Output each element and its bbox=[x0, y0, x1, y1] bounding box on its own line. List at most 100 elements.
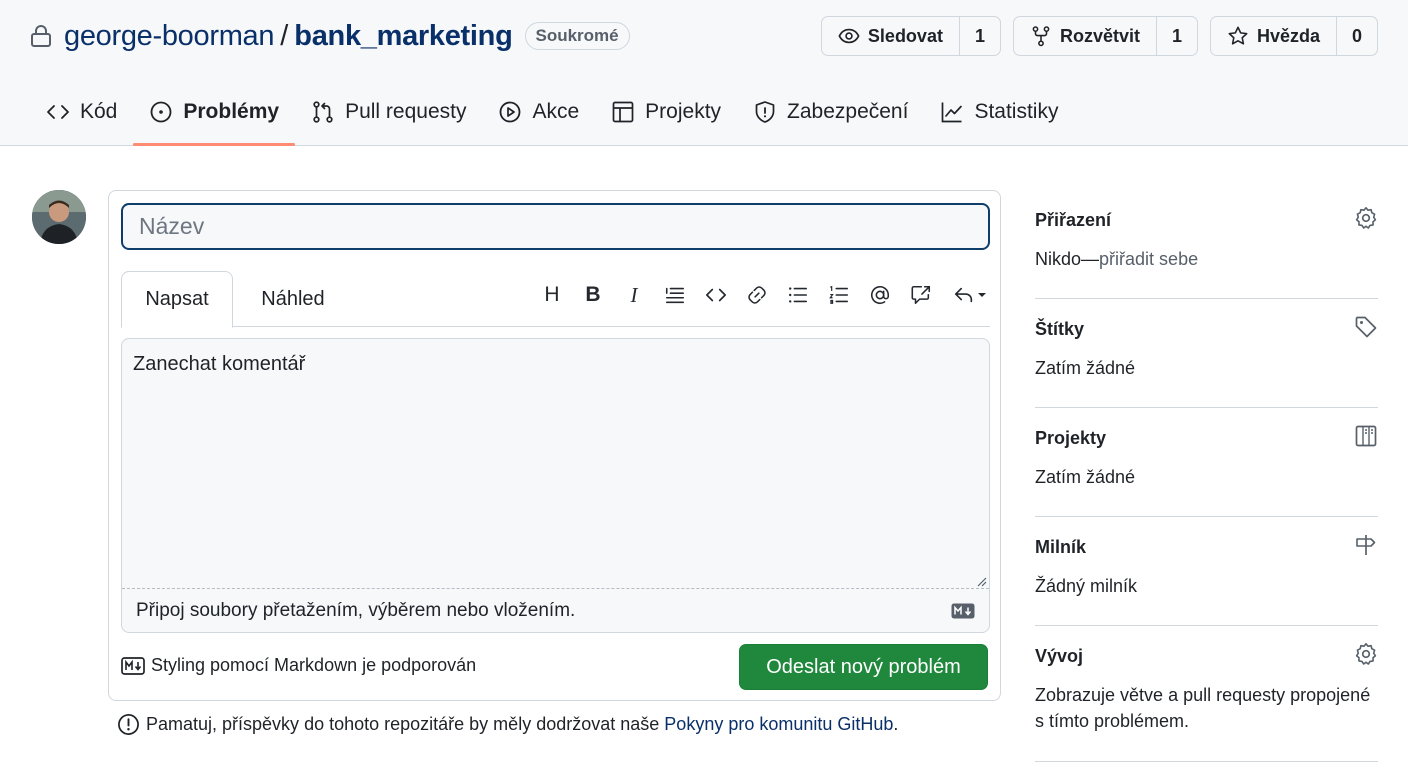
notice-end: . bbox=[893, 714, 899, 734]
info-icon bbox=[118, 714, 139, 735]
mention-button[interactable] bbox=[868, 283, 892, 307]
tab-security[interactable]: Zabezpečení bbox=[737, 84, 924, 146]
development-title: Vývoj bbox=[1035, 646, 1084, 666]
tab-actions[interactable]: Akce bbox=[482, 84, 595, 146]
notice-text: Pamatuj, příspěvky do tohoto repozitáře … bbox=[146, 714, 660, 734]
code-icon bbox=[47, 105, 69, 119]
markdown-note-text: Styling pomocí Markdown je podporován bbox=[151, 655, 477, 675]
development-section: Vývoj Zobrazuje větve a pull requesty pr… bbox=[1035, 626, 1378, 762]
tab-insights-label: Statistiky bbox=[974, 100, 1059, 123]
tab-projects[interactable]: Projekty bbox=[595, 84, 737, 146]
assignees-value: Nikdo—přiřadit sebe bbox=[1035, 246, 1378, 272]
submit-new-issue-button[interactable]: Odeslat nový problém bbox=[739, 644, 988, 690]
project-board-icon[interactable] bbox=[1354, 424, 1378, 448]
projects-section: Projekty Zatím žádné bbox=[1035, 408, 1378, 517]
comment-editor: Připoj soubory přetažením, výběrem nebo … bbox=[121, 338, 990, 633]
new-issue-form: Napsat Náhled H B I bbox=[108, 190, 1001, 701]
gear-icon[interactable] bbox=[1354, 642, 1378, 666]
watch-count[interactable]: 1 bbox=[960, 17, 1000, 55]
unordered-list-button[interactable] bbox=[786, 283, 810, 307]
fork-button[interactable]: Rozvětvit bbox=[1014, 17, 1157, 55]
fork-label: Rozvětvit bbox=[1059, 25, 1140, 46]
repo-name-link[interactable]: bank_marketing bbox=[294, 20, 513, 53]
issue-title-input[interactable] bbox=[121, 203, 990, 250]
attach-hint: Připoj soubory přetažením, výběrem nebo … bbox=[136, 600, 576, 621]
milestone-icon[interactable] bbox=[1354, 533, 1378, 557]
mention-icon bbox=[870, 286, 890, 305]
file-attach-bar[interactable]: Připoj soubory přetažením, výběrem nebo … bbox=[122, 588, 989, 632]
active-tab-underline bbox=[133, 143, 296, 146]
lock-icon bbox=[31, 25, 51, 47]
fork-count[interactable]: 1 bbox=[1157, 17, 1197, 55]
markdown-support-note[interactable]: Styling pomocí Markdown je podporován bbox=[121, 655, 476, 676]
pull-request-icon bbox=[313, 101, 333, 123]
ordered-list-button[interactable] bbox=[827, 283, 851, 307]
code-button[interactable] bbox=[704, 283, 728, 307]
resize-handle-icon[interactable] bbox=[975, 575, 987, 587]
assignees-section: Přiřazení Nikdo—přiřadit sebe bbox=[1035, 190, 1378, 299]
star-button[interactable]: Hvězda bbox=[1211, 17, 1337, 55]
tab-write[interactable]: Napsat bbox=[121, 271, 233, 328]
projects-value: Zatím žádné bbox=[1035, 467, 1136, 487]
watch-label: Sledovat bbox=[867, 25, 943, 46]
unordered-list-icon bbox=[789, 287, 808, 303]
quote-button[interactable] bbox=[663, 283, 687, 307]
tab-projects-label: Projekty bbox=[645, 100, 722, 123]
repo-owner-link[interactable]: george-boorman bbox=[64, 20, 275, 53]
tab-pull-requests[interactable]: Pull requesty bbox=[295, 84, 482, 146]
assignees-none: Nikdo— bbox=[1035, 249, 1100, 269]
watch-button[interactable]: Sledovat bbox=[822, 17, 960, 55]
watch-button-group: Sledovat 1 bbox=[820, 16, 1001, 56]
code-icon bbox=[706, 288, 726, 302]
star-count[interactable]: 0 bbox=[1337, 17, 1377, 55]
fork-icon bbox=[1032, 26, 1050, 47]
tab-pull-requests-label: Pull requesty bbox=[345, 100, 467, 123]
bold-button[interactable]: B bbox=[581, 283, 605, 307]
editor-tabs: Napsat Náhled H B I bbox=[121, 271, 990, 328]
saved-replies-button[interactable] bbox=[950, 283, 990, 307]
tab-code-label: Kód bbox=[80, 100, 118, 123]
milestone-title: Milník bbox=[1035, 537, 1087, 557]
table-icon bbox=[612, 101, 634, 123]
tab-insights[interactable]: Statistiky bbox=[924, 84, 1074, 146]
tab-code[interactable]: Kód bbox=[30, 84, 133, 146]
labels-title: Štítky bbox=[1035, 319, 1085, 339]
visibility-badge: Soukromé bbox=[524, 22, 630, 50]
issue-sidebar: Přiřazení Nikdo—přiřadit sebe Štítky Zat… bbox=[1035, 190, 1378, 762]
repo-actions: Sledovat 1 Rozvětvit 1 Hvězda 0 bbox=[820, 16, 1378, 56]
repo-nav: Kód Problémy Pull requesty Akce Projekty… bbox=[30, 84, 1074, 146]
repo-header: george-boorman / bank_marketing Soukromé… bbox=[0, 0, 1408, 146]
community-guidelines-link[interactable]: Pokyny pro komunitu GitHub bbox=[664, 714, 893, 734]
tag-icon[interactable] bbox=[1354, 315, 1378, 339]
star-icon bbox=[1228, 26, 1248, 45]
comment-textarea[interactable] bbox=[122, 339, 989, 589]
fork-button-group: Rozvětvit 1 bbox=[1012, 16, 1198, 56]
tab-security-label: Zabezpečení bbox=[787, 100, 909, 123]
link-button[interactable] bbox=[745, 283, 769, 307]
avatar[interactable] bbox=[32, 190, 86, 244]
star-button-group: Hvězda 0 bbox=[1209, 16, 1378, 56]
chevron-down-icon bbox=[978, 293, 986, 297]
reply-icon bbox=[954, 287, 973, 303]
avatar-image bbox=[32, 190, 86, 244]
italic-button[interactable]: I bbox=[622, 283, 646, 307]
tab-issues[interactable]: Problémy bbox=[133, 84, 296, 146]
star-label: Hvězda bbox=[1256, 25, 1320, 46]
repo-title: george-boorman / bank_marketing Soukromé bbox=[30, 16, 630, 56]
projects-title: Projekty bbox=[1035, 428, 1107, 448]
issue-icon bbox=[150, 101, 172, 123]
markdown-icon bbox=[121, 656, 145, 675]
milestone-section: Milník Žádný milník bbox=[1035, 517, 1378, 626]
markdown-toolbar: H B I bbox=[540, 283, 990, 307]
gear-icon[interactable] bbox=[1354, 206, 1378, 230]
ordered-list-icon bbox=[829, 285, 849, 304]
heading-button[interactable]: H bbox=[540, 283, 564, 307]
assign-yourself-link[interactable]: přiřadit sebe bbox=[1099, 249, 1198, 269]
assignees-title: Přiřazení bbox=[1035, 210, 1112, 230]
shield-icon bbox=[755, 101, 775, 123]
labels-section: Štítky Zatím žádné bbox=[1035, 299, 1378, 408]
milestone-value: Žádný milník bbox=[1035, 576, 1138, 596]
community-guidelines-notice: Pamatuj, příspěvky do tohoto repozitáře … bbox=[117, 713, 898, 736]
tab-preview[interactable]: Náhled bbox=[243, 271, 343, 327]
reference-button[interactable] bbox=[909, 283, 933, 307]
